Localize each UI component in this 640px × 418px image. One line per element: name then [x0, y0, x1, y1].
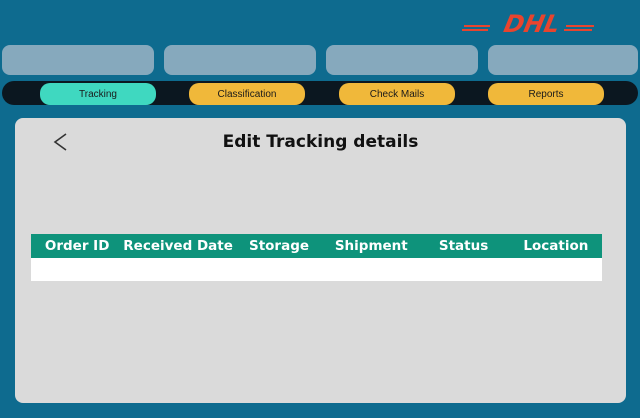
column-order-id: Order ID [44, 238, 110, 254]
nav-classification-button[interactable]: Classification [189, 83, 305, 105]
top-tab-4[interactable] [488, 45, 638, 75]
nav-check-mails-button[interactable]: Check Mails [339, 83, 455, 105]
nav-tracking-button[interactable]: Tracking [40, 83, 156, 105]
dhl-logo-text: DHL [501, 10, 562, 36]
column-storage: Storage [248, 238, 310, 254]
page-title: Edit Tracking details [222, 132, 419, 152]
dhl-logo: DHL [462, 10, 594, 36]
nav-reports-button[interactable]: Reports [488, 83, 604, 105]
edit-tracking-panel: Edit Tracking details Order ID Received … [15, 118, 626, 403]
table-header: Order ID Received Date Storage Shipment … [31, 234, 602, 258]
top-tab-bar [0, 45, 640, 75]
table-row[interactable] [31, 258, 602, 281]
top-tab-3[interactable] [326, 45, 478, 75]
main-nav: Tracking Classification Check Mails Repo… [2, 81, 638, 105]
top-tab-1[interactable] [2, 45, 154, 75]
top-tab-2[interactable] [164, 45, 316, 75]
column-received-date: Received Date [123, 238, 233, 254]
column-shipment: Shipment [334, 238, 408, 254]
column-location: Location [523, 238, 589, 254]
tracking-table: Order ID Received Date Storage Shipment … [31, 234, 602, 281]
column-status: Status [438, 238, 489, 254]
